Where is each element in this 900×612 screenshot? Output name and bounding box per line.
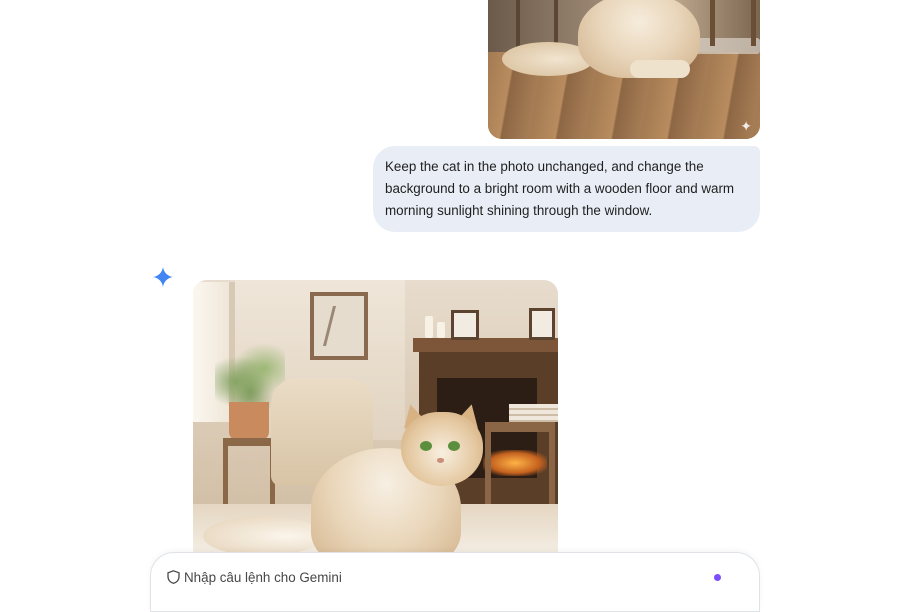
gen-stool xyxy=(223,438,275,514)
gen-cat-eye xyxy=(448,441,460,451)
gen-mantel xyxy=(413,338,558,352)
gen-cat-head xyxy=(401,412,483,486)
gen-wall-frame xyxy=(310,292,368,360)
shield-icon xyxy=(167,570,180,584)
generated-image[interactable] xyxy=(193,280,558,552)
status-dot xyxy=(714,574,721,581)
gen-plant-pot xyxy=(229,402,269,440)
gen-candle xyxy=(437,322,445,338)
image-chair xyxy=(516,0,558,48)
image-table xyxy=(710,0,756,46)
prompt-input[interactable] xyxy=(184,566,704,588)
gen-photo-frame xyxy=(451,310,479,340)
gemini-sparkle-icon xyxy=(153,267,173,287)
sparkle-icon: ✦ xyxy=(740,118,752,134)
gen-candle xyxy=(425,316,433,338)
gen-books xyxy=(509,404,558,422)
gen-photo-frame xyxy=(529,308,555,340)
gen-cat-tail xyxy=(203,516,323,552)
gen-cat-eye xyxy=(420,441,432,451)
user-message-text: Keep the cat in the photo unchanged, and… xyxy=(385,159,735,218)
gen-cat-nose xyxy=(437,458,444,463)
user-message-bubble: Keep the cat in the photo unchanged, and… xyxy=(373,146,760,232)
image-cat-paws xyxy=(630,60,690,78)
user-uploaded-image[interactable]: ✦ xyxy=(488,0,760,139)
prompt-bar xyxy=(150,552,760,612)
